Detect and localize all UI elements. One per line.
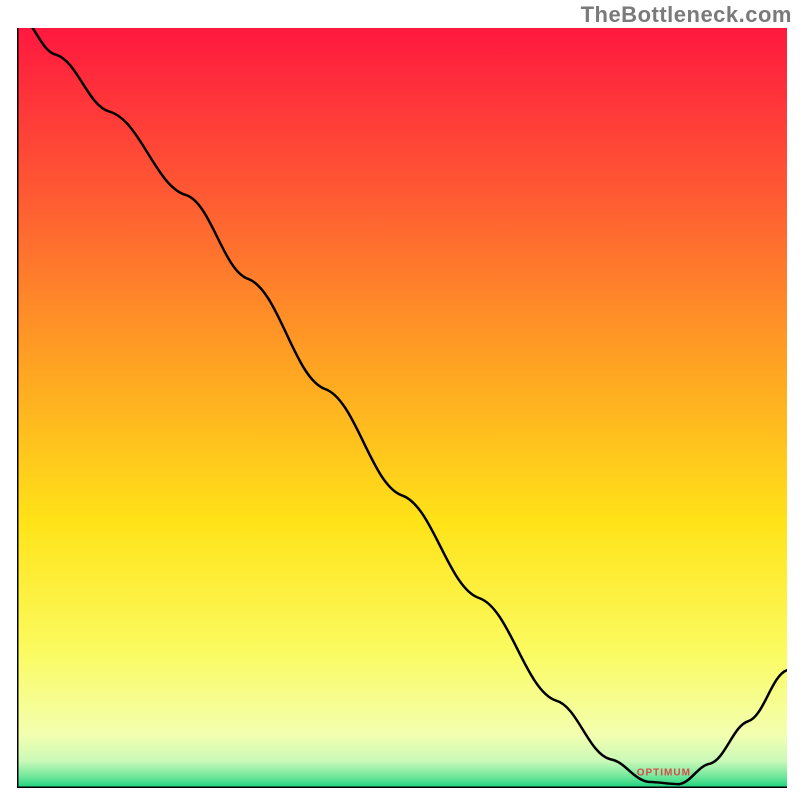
optimum-marker: OPTIMUM	[637, 767, 691, 778]
chart-area: OPTIMUM	[17, 28, 787, 788]
chart-stage: TheBottleneck.com OPTIMUM	[0, 0, 800, 800]
watermark-text: TheBottleneck.com	[581, 2, 792, 28]
chart-svg	[17, 28, 787, 788]
chart-background	[17, 28, 787, 788]
